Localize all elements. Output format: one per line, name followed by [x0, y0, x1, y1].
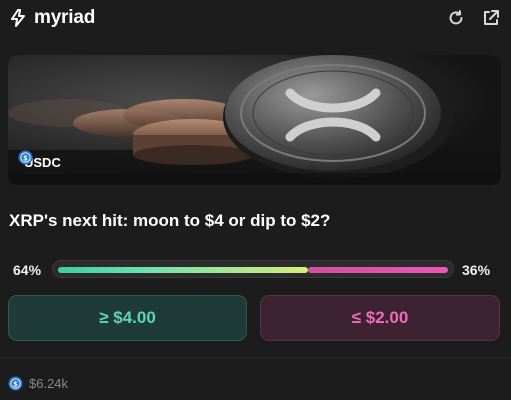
top-bar: myriad [0, 0, 511, 36]
no-probability-fill [308, 267, 448, 273]
outcome-above-button[interactable]: ≥ $4.00 [8, 295, 247, 341]
myriad-logo[interactable]: myriad [8, 7, 95, 29]
external-link-icon[interactable] [481, 8, 501, 28]
market-image[interactable]: $ USDC [8, 55, 501, 185]
yes-percent: 64% [13, 262, 42, 278]
outcome-above-label: ≥ $4.00 [99, 308, 156, 327]
market-footer: $ $6.24k [8, 376, 68, 391]
market-question[interactable]: XRP's next hit: moon to $4 or dip to $2? [9, 211, 501, 231]
token-badge: $ USDC [18, 150, 69, 174]
no-percent: 36% [462, 262, 491, 278]
usdc-icon: $ [8, 376, 23, 391]
brand-name: myriad [34, 7, 96, 28]
myriad-bolt-icon [11, 9, 25, 27]
divider [0, 357, 511, 358]
outcome-below-button[interactable]: ≤ $2.00 [260, 295, 500, 341]
probability-bar [52, 260, 454, 278]
refresh-icon[interactable] [446, 8, 466, 28]
volume-value: $6.24k [29, 376, 69, 391]
yes-probability-fill [58, 267, 308, 273]
usdc-icon: $ [18, 150, 33, 165]
outcome-below-label: ≤ $2.00 [351, 308, 409, 327]
xrp-coin-photo [8, 55, 501, 185]
